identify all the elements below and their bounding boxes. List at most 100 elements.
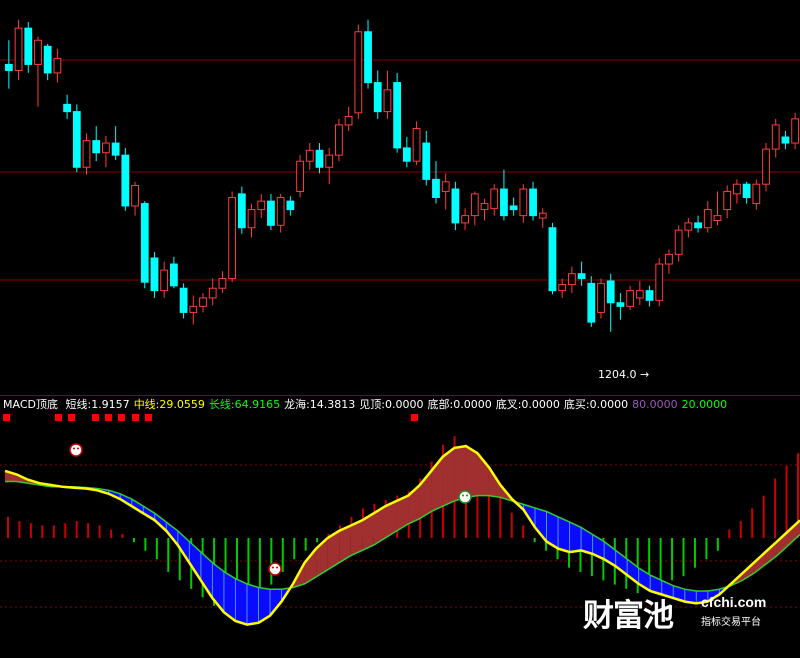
- candle-body: [461, 215, 469, 224]
- watermark-tagline: 指标交易平台: [701, 617, 761, 628]
- indicator-value-8: 80.0000: [632, 398, 678, 411]
- band-fill: [235, 578, 247, 625]
- candle-body: [4, 63, 13, 71]
- indicator-name: MACD顶底: [3, 398, 58, 411]
- candle-body: [257, 200, 266, 211]
- candle-body: [169, 263, 178, 287]
- indicator-value-6: 底叉:0.0000: [495, 398, 560, 411]
- candle-body: [703, 209, 712, 229]
- candle-body: [373, 82, 382, 113]
- candle-body: [490, 188, 499, 209]
- candle-body: [451, 188, 460, 224]
- signal-marker: [411, 414, 418, 421]
- candle-body: [684, 222, 693, 231]
- candle-body: [179, 287, 188, 313]
- candle-body: [626, 290, 635, 307]
- candle-body: [247, 209, 256, 229]
- candle-body: [305, 149, 314, 162]
- candle-body: [529, 188, 537, 217]
- candle-body: [538, 212, 547, 219]
- indicator-value-1: 中线:29.0559: [133, 398, 205, 411]
- indicator-value-4: 见顶:0.0000: [359, 398, 424, 411]
- candle-body: [402, 147, 411, 162]
- candle-body: [480, 203, 489, 211]
- face-eye: [466, 494, 468, 497]
- signal-marker: [55, 414, 62, 421]
- candle-body: [432, 178, 440, 199]
- signal-marker: [145, 414, 152, 421]
- candle-body: [752, 183, 761, 205]
- candle-body: [34, 39, 42, 65]
- candle-body: [606, 280, 615, 304]
- candle-body: [616, 302, 625, 307]
- candle-body: [694, 222, 702, 229]
- candle-body: [335, 124, 343, 156]
- signal-marker: [68, 414, 75, 421]
- signal-face-icon: [268, 562, 282, 576]
- indicator-header: MACD顶底 短线:1.9157 中线:29.0559 长线:64.9165 龙海:1…: [3, 398, 735, 414]
- candle-body: [548, 227, 557, 292]
- candle-body: [189, 305, 198, 313]
- watermark-url: cfchi.com: [701, 594, 767, 610]
- band-fill: [465, 446, 478, 498]
- candle-body: [383, 89, 392, 113]
- candle-body: [131, 184, 139, 207]
- band-fill: [246, 583, 259, 625]
- indicator-value-0: 短线:1.9157: [65, 398, 130, 411]
- face-eye: [272, 566, 274, 569]
- candle-body: [218, 278, 227, 289]
- face-eye: [77, 447, 79, 450]
- indicator-value-3: 龙海:14.3813: [284, 398, 356, 411]
- candle-body: [102, 142, 110, 154]
- candle-body: [412, 128, 421, 162]
- band-fill: [535, 507, 547, 542]
- candle-body: [364, 31, 372, 84]
- candle-body: [267, 200, 275, 226]
- candle-body: [393, 82, 402, 149]
- candle-body: [208, 287, 217, 299]
- indicator-value-7: 底买:0.0000: [563, 398, 629, 411]
- candle-body: [199, 297, 207, 307]
- candle-body: [509, 205, 518, 211]
- candle-body: [315, 149, 324, 168]
- candle-body: [558, 284, 567, 292]
- candle-body: [24, 27, 33, 65]
- face-eye: [462, 494, 464, 497]
- candle-body: [344, 115, 353, 126]
- candlestick-panel[interactable]: 1204.0 →: [0, 0, 800, 395]
- candle-body: [723, 190, 732, 211]
- indicator-value-9: 20.0000: [681, 398, 728, 411]
- candle-body: [762, 148, 770, 185]
- panel-divider: [0, 395, 800, 396]
- candle-body: [567, 273, 576, 286]
- candle-body: [500, 188, 508, 217]
- candle-body: [43, 45, 52, 74]
- candle-body: [655, 263, 664, 301]
- candle-body: [237, 193, 246, 229]
- candle-body: [441, 181, 450, 192]
- candle-body: [92, 140, 101, 154]
- low-price-label: 1204.0 →: [598, 368, 649, 381]
- candle-body: [742, 183, 751, 198]
- candle-body: [674, 229, 683, 255]
- candle-body: [713, 215, 722, 221]
- candle-body: [160, 269, 169, 292]
- candle-body: [82, 140, 91, 168]
- signal-marker: [92, 414, 99, 421]
- candle-body: [422, 142, 431, 180]
- face-eye: [73, 447, 75, 450]
- signal-marker: [3, 414, 10, 421]
- candle-body: [276, 197, 285, 226]
- candle-body: [286, 200, 295, 211]
- candle-body: [597, 282, 605, 313]
- candle-body: [228, 197, 237, 280]
- signal-marker: [105, 414, 112, 421]
- candle-body: [150, 257, 159, 292]
- signal-face-icon: [458, 490, 472, 504]
- watermark-logo: 财富池 cfchi.com 指标交易平台: [583, 590, 793, 634]
- candle-body: [519, 188, 528, 217]
- candle-body: [470, 193, 479, 217]
- candle-body: [665, 253, 673, 265]
- signal-marker: [132, 414, 139, 421]
- candle-body: [14, 27, 23, 71]
